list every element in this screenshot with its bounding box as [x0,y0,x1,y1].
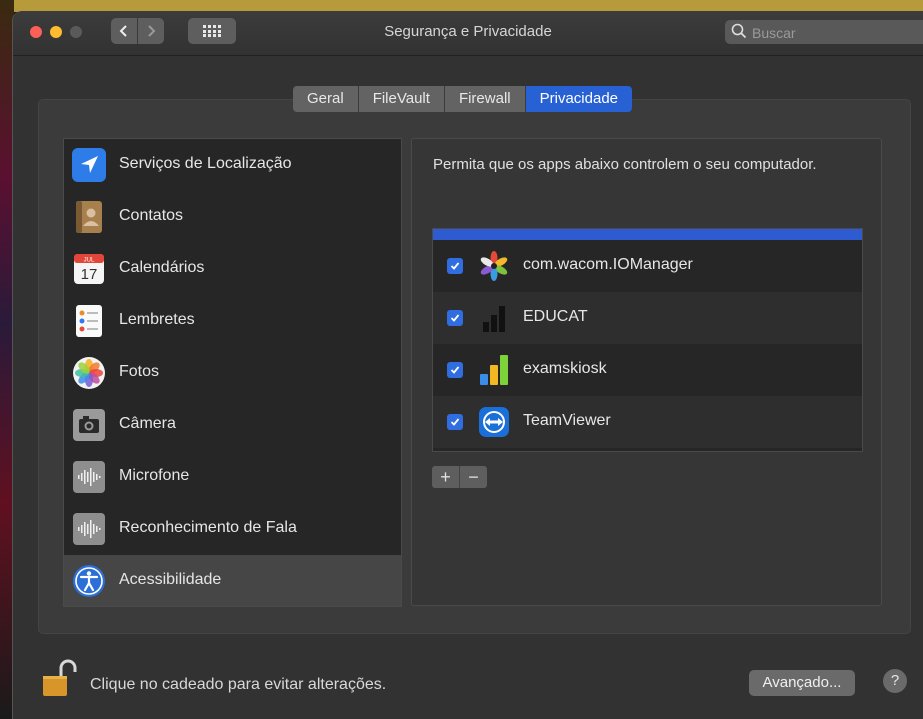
speech-waveform-icon [73,513,105,545]
reminders-icon [76,305,102,337]
tab-filevault[interactable]: FileVault [358,86,445,112]
app-checkbox[interactable] [447,414,463,430]
category-label: Câmera [119,415,176,432]
category-label: Lembretes [119,311,195,328]
category-photos[interactable]: Fotos [64,347,401,399]
calendar-month: JUL [84,258,95,264]
location-arrow-icon [72,148,106,182]
tab-geral[interactable]: Geral [293,86,359,112]
preferences-window: Segurança e Privacidade Geral FileVault … [13,11,923,719]
category-label: Fotos [119,363,160,380]
tab-firewall[interactable]: Firewall [444,86,526,112]
app-list[interactable]: com.wacom.IOManager EDUCAT examskiosk Te… [432,228,863,452]
app-row-wacom[interactable]: com.wacom.IOManager [433,240,862,292]
privacy-category-list[interactable]: Serviços de Localização Contatos JUL 17 … [63,138,402,607]
calendar-day: 17 [81,266,98,283]
app-name: EDUCAT [523,308,588,325]
app-row-teamviewer[interactable]: TeamViewer [433,396,862,448]
accessibility-icon [73,565,105,597]
category-label: Contatos [119,207,184,224]
category-label: Calendários [119,259,205,276]
category-accessibility[interactable]: Acessibilidade [64,555,401,606]
category-label: Microfone [119,467,190,484]
photos-flower-icon [73,357,105,389]
lock-button[interactable] [41,658,77,705]
category-contacts[interactable]: Contatos [64,191,401,243]
teamviewer-icon [479,407,509,437]
app-checkbox[interactable] [447,310,463,326]
app-checkbox[interactable] [447,258,463,274]
category-location-services[interactable]: Serviços de Localização [64,139,401,191]
category-calendars[interactable]: JUL 17 Calendários [64,243,401,295]
category-reminders[interactable]: Lembretes [64,295,401,347]
app-name: TeamViewer [523,412,611,429]
category-microphone[interactable]: Microfone [64,451,401,503]
app-checkbox[interactable] [447,362,463,378]
tab-bar: Geral FileVault Firewall Privacidade [293,86,633,112]
category-label: Reconhecimento de Fala [119,519,297,536]
pane-description: Permita que os apps abaixo controlem o s… [433,156,817,173]
contacts-book-icon [76,201,102,233]
bottom-bar: Clique no cadeado para evitar alterações… [13,641,923,719]
camera-icon [73,409,105,441]
title-bar: Segurança e Privacidade [13,11,923,56]
lock-hint-text: Clique no cadeado para evitar alterações… [90,676,387,693]
privacy-detail-pane: Permita que os apps abaixo controlem o s… [411,138,882,606]
category-label: Acessibilidade [119,571,222,588]
checkmark-icon [450,314,460,322]
padlock-open-icon [43,659,77,696]
search-input[interactable] [750,20,919,46]
remove-app-button[interactable]: − [460,466,487,488]
checkmark-icon [450,418,460,426]
checkmark-icon [450,366,460,374]
category-camera[interactable]: Câmera [64,399,401,451]
search-field[interactable] [725,20,923,46]
app-list-header [433,229,862,240]
category-label: Serviços de Localização [119,155,292,172]
add-app-button[interactable]: + [432,466,460,488]
category-speech-recognition[interactable]: Reconhecimento de Fala [64,503,401,555]
advanced-button[interactable]: Avançado... [749,670,855,696]
app-name: com.wacom.IOManager [523,256,693,273]
tab-privacidade[interactable]: Privacidade [525,86,633,112]
app-row-educat[interactable]: EDUCAT [433,292,862,344]
add-remove-buttons: + − [432,466,487,488]
calendar-icon: JUL 17 [74,254,104,284]
help-button[interactable]: ? [883,669,907,693]
search-icon [731,23,747,39]
wacom-icon [480,251,508,281]
desktop-background-strip [0,0,14,719]
app-row-examskiosk[interactable]: examskiosk [433,344,862,396]
educat-bars-icon [483,306,505,332]
app-name: examskiosk [523,360,607,377]
microphone-waveform-icon [73,461,105,493]
examskiosk-bars-icon [480,355,508,385]
checkmark-icon [450,262,460,270]
